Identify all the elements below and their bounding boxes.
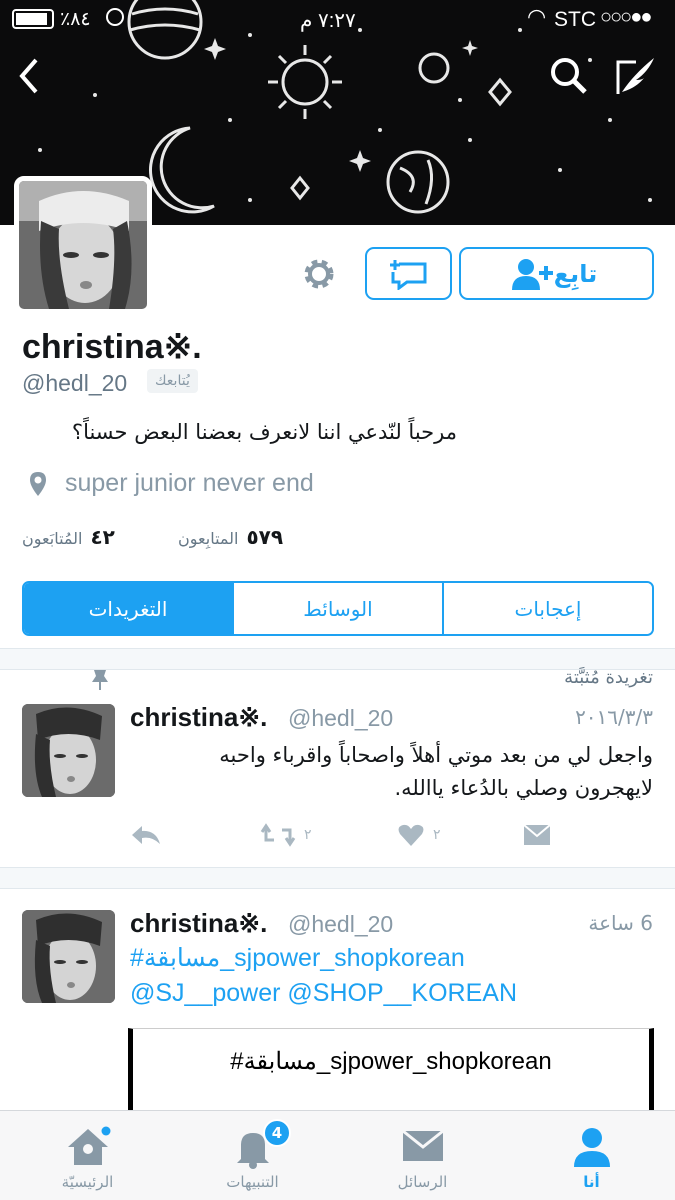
notifications-badge: 4 [263,1119,291,1147]
follow-label: تابِع [553,259,598,288]
tweet2-time: 6 ساعة [588,911,653,935]
pinned-label: تغريدة مُثبَّتة [564,667,653,688]
direct-message-button[interactable] [365,247,452,300]
tab-notifications[interactable]: 4 التنبيهات [185,1111,320,1200]
avatar-photo-2 [22,910,115,1003]
follow-button[interactable]: تابِع [459,247,654,300]
profile-handle: @hedl_20 [22,370,128,396]
retweet-action[interactable]: ٢ [260,822,312,848]
person-icon [573,1128,610,1167]
profile-avatar[interactable] [14,176,152,314]
profile-location: super junior never end [65,469,314,497]
heart-icon [398,824,424,846]
tab-messages-label: الرسائل [397,1173,448,1191]
bottom-tab-bar: الرئيسيّة 4 التنبيهات الرسائل أنا [0,1110,675,1200]
home-icon [67,1126,110,1165]
carrier-name: STC [554,8,596,31]
followers-stat[interactable]: ٥٧٩ المتابِعون [178,525,283,549]
signal-dots-icon: ○○○●● [600,6,652,28]
direct-message-icon[interactable] [523,824,551,846]
follows-you-badge: يُتابعك [147,369,198,393]
tab-home[interactable]: الرئيسيّة [20,1111,155,1200]
tab-notifications-label: التنبيهات [226,1173,279,1191]
tweet2-hashtag[interactable]: #مسابقة_sjpower_shopkorean [130,943,465,973]
tab-media[interactable]: الوسائط [234,583,444,634]
chevron-left-icon[interactable] [14,56,44,96]
tab-home-label: الرئيسيّة [61,1173,114,1191]
tab-likes[interactable]: إعجابات [444,583,652,634]
following-count: ٤٢ [90,525,115,549]
profile-bio: مرحباً لنّدعي اننا لانعرف بعضنا البعض حس… [71,420,457,444]
tweet2-author-name[interactable]: christina※. [130,908,267,939]
section-divider-2 [0,867,675,889]
tweet2-author-handle: @hedl_20 [288,911,394,937]
tab-tweets[interactable]: التغريدات [24,583,234,634]
tweet-text-line2: لايهجرون وصلي بالدُعاء ياالله. [394,776,654,800]
pin-icon [92,670,108,690]
tweet2-mentions[interactable]: @SJ__power @SHOP__KOREAN [130,979,517,1008]
search-icon[interactable] [549,56,589,96]
retweet-count: ٢ [304,827,312,843]
settings-gear-icon[interactable] [300,255,338,293]
status-time: ٧:٢٧ م [300,10,356,32]
tweet-avatar[interactable] [22,704,115,797]
add-message-icon [389,259,426,290]
add-user-icon [511,258,553,290]
wifi-icon: ◠ [527,4,547,29]
tweet-date: ٢٠١٦/٣/٣ [575,705,653,729]
tab-me[interactable]: أنا [524,1111,659,1200]
profile-photo [19,181,147,309]
rotation-lock-icon [106,8,124,26]
battery-icon [12,9,54,29]
tweet-avatar-2[interactable] [22,910,115,1003]
battery-percent: ٪٨٤ [60,9,91,30]
like-action[interactable]: ٢ [397,822,441,848]
tweet-author-handle: @hedl_20 [288,705,394,731]
following-label: المُتابَعون [22,529,83,548]
tweet-text-line1: واجعل لي من بعد موتي أهلاً واصحاباً واقر… [219,743,653,767]
avatar-photo [22,704,115,797]
following-stat[interactable]: ٤٢ المُتابَعون [22,525,115,549]
location-pin-icon [30,472,46,496]
media-card-text: #مسابقة_sjpower_shopkorean [230,1048,552,1075]
tab-messages[interactable]: الرسائل [355,1111,490,1200]
retweet-icon [260,823,296,847]
tweet-author-name[interactable]: christina※. [130,702,267,733]
profile-tabs: التغريدات الوسائط إعجابات [22,581,654,636]
followers-label: المتابِعون [178,529,239,548]
like-count: ٢ [433,827,441,843]
profile-name: christina※. [22,328,202,366]
reply-icon[interactable] [130,822,162,848]
tweet2-media-card[interactable]: #مسابقة_sjpower_shopkorean [128,1028,654,1118]
compose-icon[interactable] [614,54,658,98]
tab-me-label: أنا [583,1173,600,1191]
envelope-icon [401,1129,444,1161]
followers-count: ٥٧٩ [246,525,284,549]
